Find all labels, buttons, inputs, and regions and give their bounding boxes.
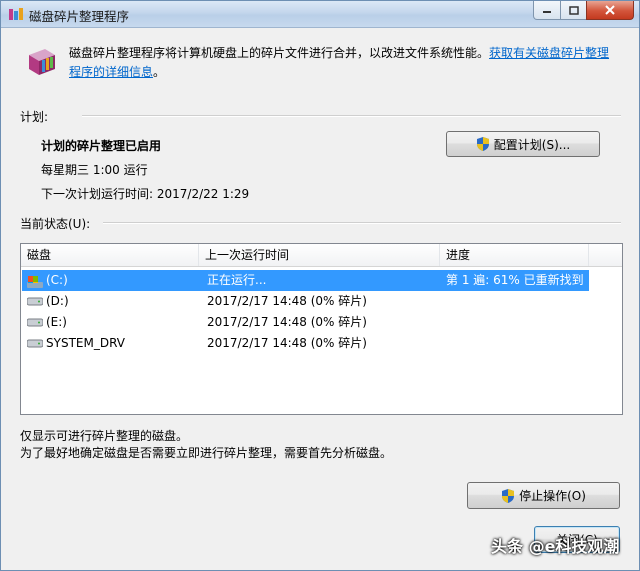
close-window-button[interactable] [586, 1, 634, 20]
disk-last-run: 2017/2/17 14:48 (0% 碎片) [207, 336, 367, 350]
uac-shield-icon [502, 488, 515, 503]
stop-operation-label: 停止操作(O) [519, 489, 586, 503]
disk-row-e[interactable]: (E:) 2017/2/17 14:48 (0% 碎片) [22, 312, 589, 333]
disk-list-header: 磁盘 上一次运行时间 进度 [21, 244, 622, 267]
disk-progress: 第 1 遍: 61% 已重新找到 [446, 273, 584, 287]
defrag-app-icon [9, 8, 23, 20]
maximize-icon [568, 5, 579, 15]
system-drive-icon [27, 276, 43, 288]
hard-drive-icon [27, 297, 43, 306]
schedule-frequency: 每星期三 1:00 运行 [41, 163, 148, 177]
disk-name: (D:) [46, 294, 69, 308]
disk-last-run: 正在运行... [207, 273, 267, 287]
schedule-separator [82, 115, 621, 117]
window-title: 磁盘碎片整理程序 [29, 9, 130, 24]
title-bar[interactable]: 磁盘碎片整理程序 [1, 1, 639, 28]
uac-shield-icon [476, 137, 489, 151]
disk-name: (C:) [46, 273, 68, 287]
disk-row-system-drv[interactable]: SYSTEM_DRV 2017/2/17 14:48 (0% 碎片) [22, 333, 589, 354]
configure-schedule-button[interactable]: 配置计划(S)... [446, 131, 600, 157]
maximize-button[interactable] [560, 1, 587, 20]
hard-drive-icon [27, 318, 43, 327]
column-header-last-run[interactable]: 上一次运行时间 [199, 244, 440, 266]
schedule-status: 计划的碎片整理已启用 [41, 139, 162, 153]
schedule-section-label: 计划: [20, 110, 49, 124]
note-defraggable-only: 仅显示可进行碎片整理的磁盘。 [20, 429, 189, 443]
stop-operation-button[interactable]: 停止操作(O) [467, 482, 620, 509]
defrag-window: 磁盘碎片整理程序 磁盘碎片整理程序将计算机硬盘上的碎片文件进行合并，以改进文件系… [0, 0, 640, 571]
disk-name: (E:) [46, 315, 67, 329]
intro-trailing: 。 [153, 65, 166, 79]
defrag-icon [29, 49, 55, 75]
disk-name: SYSTEM_DRV [46, 336, 125, 350]
disk-list[interactable]: 磁盘 上一次运行时间 进度 (C:) 正在运行... 第 1 遍: 61% 已重… [20, 243, 623, 415]
current-status-separator [103, 222, 621, 224]
disk-last-run: 2017/2/17 14:48 (0% 碎片) [207, 294, 367, 308]
note-analyze-first: 为了最好地确定磁盘是否需要立即进行碎片整理，需要首先分析磁盘。 [20, 446, 393, 460]
intro-description: 磁盘碎片整理程序将计算机硬盘上的碎片文件进行合并，以改进文件系统性能。 [69, 46, 490, 60]
column-header-progress[interactable]: 进度 [440, 244, 589, 266]
minimize-icon [543, 11, 551, 13]
close-icon [605, 5, 615, 15]
disk-row-c[interactable]: (C:) 正在运行... 第 1 遍: 61% 已重新找到 [22, 270, 589, 291]
column-header-disk[interactable]: 磁盘 [21, 244, 199, 266]
minimize-button[interactable] [533, 1, 561, 20]
hard-drive-icon [27, 339, 43, 348]
disk-row-d[interactable]: (D:) 2017/2/17 14:48 (0% 碎片) [22, 291, 589, 312]
configure-schedule-label: 配置计划(S)... [493, 137, 571, 152]
watermark: 头条 @e科技观潮 [491, 537, 620, 556]
current-status-label: 当前状态(U): [20, 217, 91, 231]
disk-last-run: 2017/2/17 14:48 (0% 碎片) [207, 315, 367, 329]
schedule-next-run: 下一次计划运行时间: 2017/2/22 1:29 [41, 187, 250, 201]
intro-text: 磁盘碎片整理程序将计算机硬盘上的碎片文件进行合并，以改进文件系统性能。获取有关磁… [69, 44, 621, 82]
